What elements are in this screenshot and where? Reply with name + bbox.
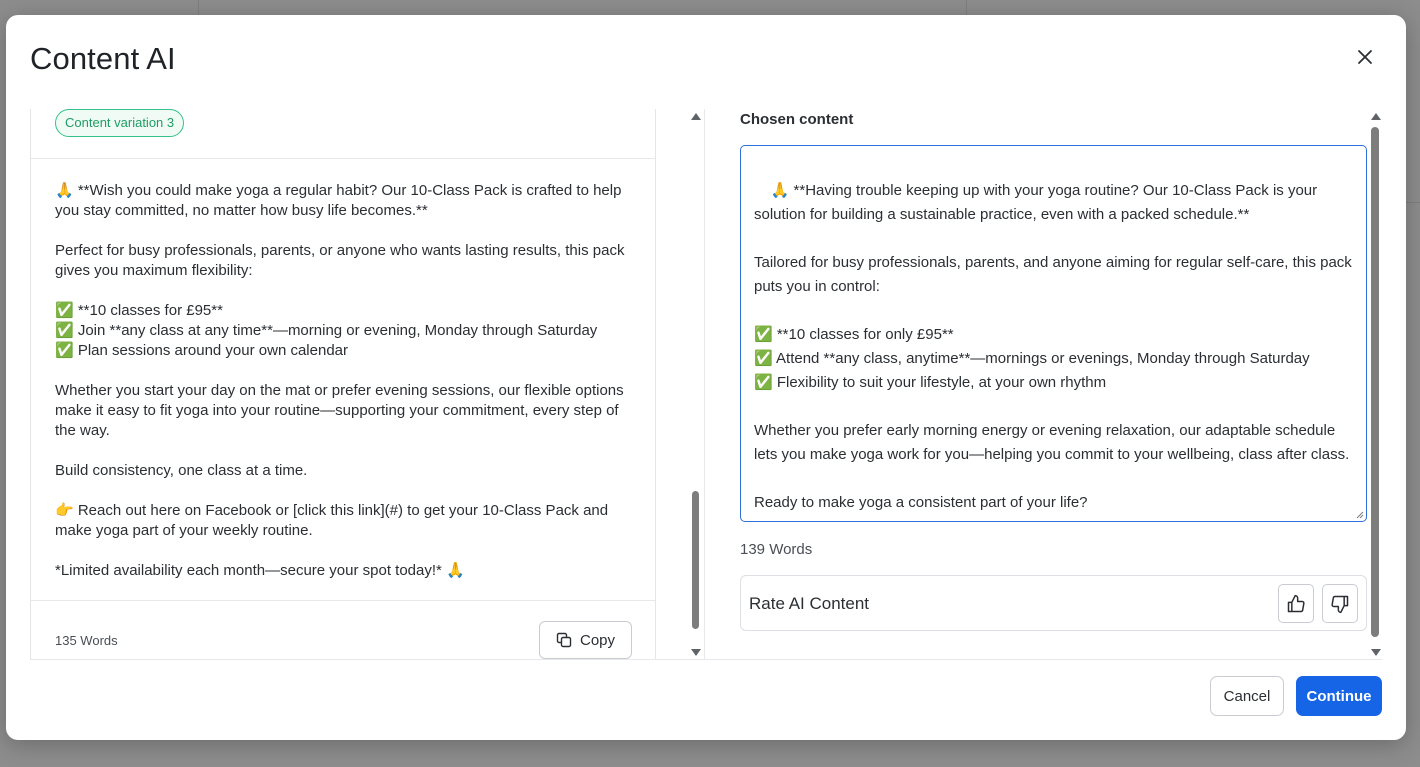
background-divider <box>198 0 199 15</box>
background-divider <box>966 0 967 15</box>
chosen-word-count: 139 Words <box>740 541 813 558</box>
scrollbar-thumb[interactable] <box>692 491 699 629</box>
modal-title: Content AI <box>30 41 176 76</box>
copy-button[interactable]: Copy <box>539 621 632 659</box>
scroll-down-arrow-icon[interactable] <box>1371 649 1381 656</box>
thumbs-up-icon <box>1287 594 1305 612</box>
variation-badge: Content variation 3 <box>55 109 185 137</box>
thumbs-down-button[interactable] <box>1322 584 1358 623</box>
right-scrollbar[interactable] <box>1368 109 1382 660</box>
close-icon <box>1358 50 1372 64</box>
scroll-up-arrow-icon[interactable] <box>691 113 701 120</box>
divider <box>31 158 655 159</box>
footer-divider <box>30 659 1382 660</box>
content-variation-panel: Content variation 3 🙏 **Wish you could m… <box>30 109 656 660</box>
scroll-up-arrow-icon[interactable] <box>1371 113 1381 120</box>
chosen-content-label: Chosen content <box>740 111 854 128</box>
scroll-down-arrow-icon[interactable] <box>691 649 701 656</box>
continue-button[interactable]: Continue <box>1296 676 1382 716</box>
thumbs-up-button[interactable] <box>1278 584 1314 623</box>
variation-content: 🙏 **Wish you could make yoga a regular h… <box>55 182 625 579</box>
rate-ai-content-label: Rate AI Content <box>749 594 870 613</box>
scrollbar-thumb[interactable] <box>1371 127 1379 637</box>
rate-ai-content-box: Rate AI Content <box>740 575 1367 631</box>
chosen-content-text: 🙏 **Having trouble keeping up with your … <box>754 182 1352 511</box>
variation-word-count: 135 Words <box>55 633 118 648</box>
panel-divider <box>704 109 705 660</box>
copy-icon <box>556 632 572 648</box>
content-ai-modal: Content AI Content variation 3 🙏 **Wish … <box>6 15 1406 740</box>
close-button[interactable] <box>1352 44 1378 70</box>
cancel-button[interactable]: Cancel <box>1210 676 1284 716</box>
thumbs-down-icon <box>1331 595 1349 613</box>
background-divider <box>1406 202 1420 203</box>
left-scrollbar[interactable] <box>688 109 702 660</box>
divider <box>31 600 655 601</box>
copy-button-label: Copy <box>579 631 616 649</box>
chosen-content-textarea[interactable]: 🙏 **Having trouble keeping up with your … <box>740 145 1367 522</box>
resize-grip-icon[interactable] <box>1356 511 1364 519</box>
